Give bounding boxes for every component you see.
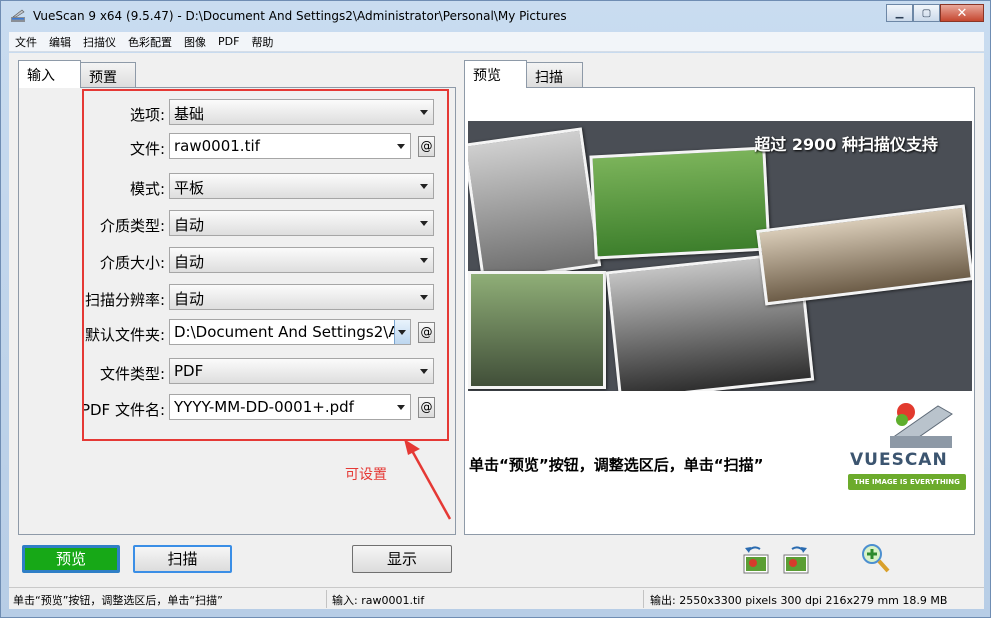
dog-photo: [468, 271, 606, 389]
menu-pdf[interactable]: PDF: [212, 35, 245, 48]
file-combo[interactable]: raw0001.tif: [169, 133, 411, 159]
file-label: 文件:: [129, 140, 165, 158]
window-controls: ▁ ▢ ✕: [886, 4, 984, 22]
menu-help[interactable]: 帮助: [245, 34, 279, 50]
row-resolution: 扫描分辨率: 自动: [19, 284, 457, 312]
file-at-button[interactable]: @: [418, 136, 435, 157]
options-value: 基础: [174, 105, 205, 123]
row-default-folder: 默认文件夹: D:\Document And Settings2\Adminis…: [19, 319, 457, 347]
chevron-down-icon: [420, 110, 428, 115]
pdf-name-at-button[interactable]: @: [418, 397, 435, 418]
title-bar[interactable]: VueScan 9 x64 (9.5.47) - D:\Document And…: [1, 1, 990, 31]
row-pdf-name: PDF 文件名: YYYY-MM-DD-0001+.pdf @: [19, 394, 457, 422]
menu-bar: 文件 编辑 扫描仪 色彩配置 图像 PDF 帮助: [9, 32, 984, 52]
resolution-value: 自动: [174, 290, 205, 308]
client-area: 输入 预置 选项: 基础 文件: raw0001.tif @ 模式: 平板 介质…: [9, 53, 984, 609]
status-separator: [643, 590, 644, 608]
annotation-arrow-icon: [404, 439, 452, 520]
preview-panel: 超过 2900 种扫描仪支持 单击“预览”按钮，调整选区后，单击“扫描” VUE…: [464, 87, 975, 535]
mode-value: 平板: [174, 179, 205, 197]
eiffel-photo: [756, 204, 972, 306]
mode-select[interactable]: 平板: [169, 173, 434, 199]
default-folder-at-button[interactable]: @: [418, 322, 435, 343]
media-type-value: 自动: [174, 216, 205, 234]
status-hint: 单击“预览”按钮，调整选区后，单击“扫描”: [13, 594, 223, 607]
menu-color-profile[interactable]: 色彩配置: [122, 34, 178, 50]
chevron-down-icon: [420, 258, 428, 263]
status-input-file: 输入: raw0001.tif: [332, 594, 425, 607]
pdf-name-combo[interactable]: YYYY-MM-DD-0001+.pdf: [169, 394, 411, 420]
resolution-select[interactable]: 自动: [169, 284, 434, 310]
preview-button[interactable]: 预览: [22, 545, 120, 573]
collage-title: 超过 2900 种扫描仪支持: [754, 135, 938, 154]
menu-image[interactable]: 图像: [178, 34, 212, 50]
vuescan-window: VueScan 9 x64 (9.5.47) - D:\Document And…: [0, 0, 991, 618]
options-label: 选项:: [129, 106, 165, 124]
tab-presets[interactable]: 预置: [80, 62, 136, 88]
chevron-down-icon: [398, 330, 406, 335]
tab-preview[interactable]: 预览: [464, 60, 527, 88]
row-file: 文件: raw0001.tif @: [19, 133, 457, 161]
tab-scan[interactable]: 扫描: [526, 62, 583, 88]
chevron-down-icon: [420, 295, 428, 300]
zoom-in-icon[interactable]: [859, 541, 891, 575]
chevron-down-icon: [420, 184, 428, 189]
minimize-button[interactable]: ▁: [886, 4, 913, 22]
kids-photo: [589, 146, 771, 260]
scanner-collage-image: 超过 2900 种扫描仪支持: [468, 121, 972, 391]
close-button[interactable]: ✕: [940, 4, 984, 22]
status-bar: 单击“预览”按钮，调整选区后，单击“扫描” 输入: raw0001.tif 输出…: [9, 587, 984, 609]
row-mode: 模式: 平板: [19, 173, 457, 201]
row-options: 选项: 基础: [19, 99, 457, 127]
options-select[interactable]: 基础: [169, 99, 434, 125]
tab-input[interactable]: 输入: [18, 60, 81, 88]
logo-tagline: THE IMAGE IS EVERYTHING: [848, 474, 966, 490]
chevron-down-icon: [397, 405, 405, 410]
row-media-size: 介质大小: 自动: [19, 247, 457, 275]
logo-text: VUESCAN: [850, 450, 948, 470]
file-type-label: 文件类型:: [99, 365, 165, 383]
status-separator: [326, 590, 327, 608]
default-folder-dropdown-button[interactable]: [394, 320, 410, 344]
resolution-label: 扫描分辨率:: [84, 291, 165, 309]
pdf-name-label: PDF 文件名:: [80, 401, 165, 419]
file-value: raw0001.tif: [174, 137, 260, 155]
row-media-type: 介质类型: 自动: [19, 210, 457, 238]
chevron-down-icon: [397, 144, 405, 149]
media-size-select[interactable]: 自动: [169, 247, 434, 273]
vuescan-logo: VUESCAN THE IMAGE IS EVERYTHING: [848, 398, 968, 498]
preview-hint-text: 单击“预览”按钮，调整选区后，单击“扫描”: [469, 456, 764, 474]
file-type-select[interactable]: PDF: [169, 358, 434, 384]
status-output-info: 输出: 2550x3300 pixels 300 dpi 216x279 mm …: [650, 594, 948, 607]
menu-file[interactable]: 文件: [9, 34, 43, 50]
default-folder-value: D:\Document And Settings2\Administrator\…: [174, 323, 410, 341]
rotate-left-icon[interactable]: [740, 543, 772, 577]
scan-button[interactable]: 扫描: [133, 545, 232, 573]
media-size-value: 自动: [174, 253, 205, 271]
input-settings-panel: 选项: 基础 文件: raw0001.tif @ 模式: 平板 介质类型: 自动…: [18, 87, 456, 535]
file-type-value: PDF: [174, 362, 204, 380]
window-title: VueScan 9 x64 (9.5.47) - D:\Document And…: [33, 9, 567, 23]
show-button[interactable]: 显示: [352, 545, 452, 573]
maximize-button[interactable]: ▢: [913, 4, 940, 22]
menu-scanner[interactable]: 扫描仪: [77, 34, 122, 50]
menu-edit[interactable]: 编辑: [43, 34, 77, 50]
annotation-label: 可设置: [345, 467, 387, 483]
mode-label: 模式:: [129, 180, 165, 198]
rotate-right-icon[interactable]: [780, 543, 812, 577]
default-folder-label: 默认文件夹:: [84, 326, 165, 344]
media-type-label: 介质类型:: [99, 217, 165, 235]
wedding-photo: [468, 127, 602, 283]
media-type-select[interactable]: 自动: [169, 210, 434, 236]
row-file-type: 文件类型: PDF: [19, 358, 457, 386]
media-size-label: 介质大小:: [99, 254, 165, 272]
scanner-logo-icon: [890, 403, 953, 448]
vuescan-app-icon: [11, 9, 25, 22]
default-folder-combo[interactable]: D:\Document And Settings2\Administrator\…: [169, 319, 411, 345]
pdf-name-value: YYYY-MM-DD-0001+.pdf: [174, 398, 354, 416]
chevron-down-icon: [420, 221, 428, 226]
chevron-down-icon: [420, 369, 428, 374]
